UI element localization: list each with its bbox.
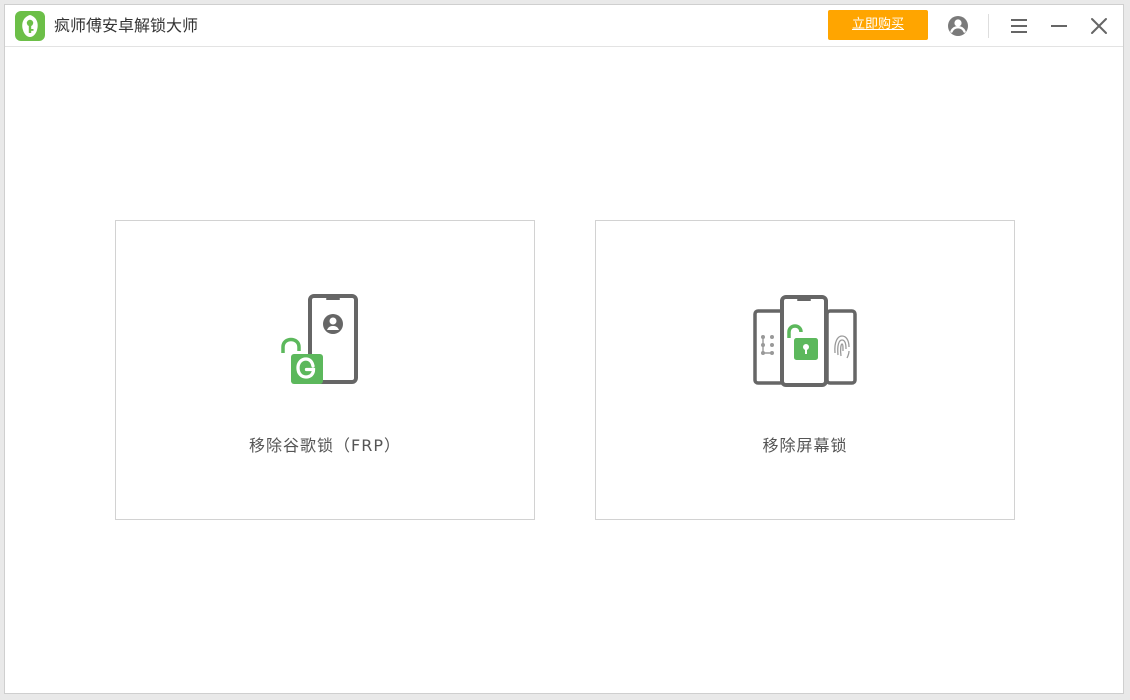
title-bar: 疯师傅安卓解锁大师 立即购买 xyxy=(5,5,1123,47)
screen-unlock-phones-icon xyxy=(753,295,857,387)
remove-screen-lock-card[interactable]: 移除屏幕锁 xyxy=(595,220,1015,520)
menu-icon[interactable] xyxy=(1007,14,1031,38)
app-window: 疯师傅安卓解锁大师 立即购买 移除谷歌锁（FRP） 移除屏幕锁 xyxy=(4,4,1124,694)
app-title: 疯师傅安卓解锁大师 xyxy=(54,16,199,35)
buy-now-button[interactable]: 立即购买 xyxy=(828,10,928,40)
card-art xyxy=(116,291,534,391)
card-art xyxy=(596,291,1014,391)
titlebar-divider xyxy=(988,14,989,38)
remove-frp-label: 移除谷歌锁（FRP） xyxy=(249,436,401,455)
remove-frp-card[interactable]: 移除谷歌锁（FRP） xyxy=(115,220,535,520)
user-icon[interactable] xyxy=(946,14,970,38)
minimize-icon[interactable] xyxy=(1047,14,1071,38)
google-lock-phone-icon xyxy=(281,294,358,384)
leaf-key-logo-icon xyxy=(15,11,45,41)
close-icon[interactable] xyxy=(1087,14,1111,38)
remove-screen-lock-label: 移除屏幕锁 xyxy=(762,436,848,455)
